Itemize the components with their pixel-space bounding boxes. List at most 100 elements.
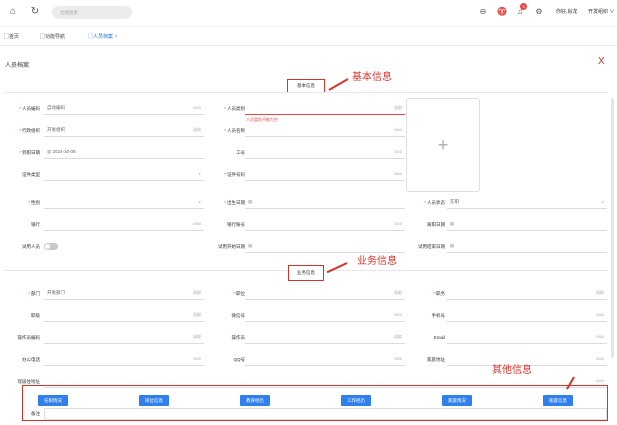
label-id-type: 证件类型 <box>22 172 40 177</box>
wechat-field[interactable]: 0/60 <box>245 309 405 322</box>
label-person-status: *人员状态 <box>424 200 445 205</box>
close-icon[interactable]: X <box>598 56 605 67</box>
calendar-icon: ▦ <box>248 199 253 204</box>
label-wechat: 微信号 <box>231 313 246 318</box>
annotation-arrow <box>328 78 349 91</box>
person-type-error: 人员类别不能为空 <box>246 117 278 122</box>
label-duty: *职务 <box>433 291 445 296</box>
greeting-text: 你好,肖龙 <box>556 9 578 15</box>
tab-close-icon[interactable]: × <box>114 34 117 40</box>
bank-field[interactable]: 0/60 <box>44 218 204 231</box>
org-label: 开发组织 <box>588 9 609 15</box>
search-input[interactable]: 功能搜索 <box>52 6 132 19</box>
person-name-field[interactable]: 0/60 <box>245 124 405 137</box>
page-title: 人员档案 <box>5 63 30 69</box>
chevron-down-icon: ∨ <box>601 199 604 204</box>
id-type-select[interactable]: ∨ <box>44 168 204 181</box>
calendar-icon: ▦ <box>450 221 455 226</box>
operator-code-field[interactable]: 选取 <box>44 331 204 344</box>
id-no-field[interactable]: 0/60 <box>245 168 405 181</box>
home-icon[interactable]: ⌂ <box>8 7 18 17</box>
person-status-select[interactable]: 在职 ∨ <box>447 196 607 209</box>
annotation-arrow <box>326 262 348 274</box>
annotation-basic: 基本信息 <box>352 72 392 83</box>
btn-education[interactable]: 教育经历 <box>240 395 270 406</box>
tab-person-archive[interactable]: ▢人员档案 × <box>88 33 117 40</box>
label-trial-start: 试用开始日期 <box>218 244 245 249</box>
admin-org-field[interactable]: 开发组织 选取 <box>44 124 204 137</box>
rank-field[interactable]: 选取 <box>44 309 204 322</box>
btn-work-experience[interactable]: 工作经历 <box>341 395 371 406</box>
position-field[interactable]: 选取 <box>245 287 405 300</box>
label-qq: QQ号 <box>233 357 245 362</box>
notification-badge: 3 <box>520 3 527 10</box>
chevron-down-icon: ∨ <box>198 171 201 176</box>
birth-date-field[interactable]: ▦ <box>245 196 405 209</box>
chevron-down-icon: ∨ <box>198 199 201 204</box>
label-job-no: 工号 <box>236 150 245 155</box>
person-type-field[interactable]: 选取 <box>245 102 405 115</box>
operator-field[interactable]: 选取 <box>245 331 405 344</box>
refresh-icon[interactable]: ↻ <box>30 7 40 17</box>
trial-end-field[interactable]: ▦ <box>447 240 607 253</box>
office-phone-field[interactable]: 0/60 <box>44 353 204 366</box>
btn-family-info[interactable]: 家庭信息 <box>543 395 573 406</box>
tab-nav[interactable]: ▢功能导航 <box>40 33 65 40</box>
calendar-icon: ▦ <box>450 243 455 248</box>
annotation-other: 其他信息 <box>492 365 532 376</box>
btn-family-status[interactable]: 家庭情况 <box>442 395 472 406</box>
label-trial-person: 试用人员 <box>22 244 40 249</box>
label-birth-date: *出生日期 <box>224 200 245 205</box>
label-person-code: *人员编码 <box>19 106 40 111</box>
label-operator-code: 操作员编码 <box>17 335 41 340</box>
mobile-field[interactable]: 0/60 <box>447 309 607 322</box>
gender-select[interactable]: ∨ <box>44 196 204 209</box>
leave-date-field[interactable]: ▦ <box>447 218 607 231</box>
section-business-header: 业务信息 <box>288 265 324 281</box>
label-office-phone: 办公电话 <box>22 357 40 362</box>
chevron-down-icon: ∨ <box>609 9 615 15</box>
label-home-address: 家庭地址 <box>427 357 445 362</box>
gear-icon[interactable]: ⚙ <box>534 7 544 17</box>
btn-post-info[interactable]: 岗位信息 <box>139 395 169 406</box>
label-join-date: *到职日期 <box>19 150 40 155</box>
plus-icon: + <box>437 135 449 155</box>
shirt-icon[interactable]: ♈ <box>497 7 507 17</box>
label-email: Email <box>433 335 445 340</box>
label-operator: 操作员 <box>231 335 246 340</box>
trial-person-toggle[interactable] <box>44 243 58 250</box>
label-admin-org: *行政组织 <box>19 128 40 133</box>
zoom-icon[interactable]: ⊖ <box>478 7 488 17</box>
label-gender: *性别 <box>28 200 40 205</box>
qq-field[interactable]: 0/60 <box>245 353 405 366</box>
tab-home[interactable]: ▢首页 <box>4 33 19 40</box>
divider <box>5 92 608 93</box>
label-leave-date: 离职日期 <box>427 222 445 227</box>
job-no-field[interactable]: 0/60 <box>245 146 405 159</box>
section-basic-header: 基本信息 <box>287 79 325 93</box>
dept-field[interactable]: 开发部门 选取 <box>44 287 204 300</box>
label-position: *职位 <box>233 291 245 296</box>
label-remark: 备注 <box>31 411 40 416</box>
duty-field[interactable]: 选取 <box>447 287 607 300</box>
bank-account-field[interactable]: 0/60 <box>245 218 405 231</box>
label-id-no: *证件号码 <box>224 172 245 177</box>
label-rank: 职级 <box>31 313 40 318</box>
photo-upload[interactable]: + <box>406 98 480 192</box>
email-field[interactable]: 0/60 <box>447 331 607 344</box>
person-code-field[interactable]: 自动编码 0/60 <box>44 102 204 115</box>
btn-employment[interactable]: 任职情况 <box>38 395 68 406</box>
label-bank: 银行 <box>31 222 40 227</box>
label-bank-account: 银行账号 <box>227 222 245 227</box>
label-person-type: *人员类别 <box>224 106 245 111</box>
calendar-icon: ▦ <box>248 243 253 248</box>
scrollbar[interactable] <box>611 98 614 358</box>
label-person-name: *人员名称 <box>224 128 245 133</box>
top-bar: ⌂ ↻ 功能搜索 ⊖ ♈ ♫ 3 ⚙ 你好,肖龙 开发组织 ∨ <box>0 0 617 26</box>
remark-field[interactable] <box>44 408 607 420</box>
join-date-field[interactable]: ▦ 2024-10-08 <box>44 146 204 159</box>
tab-bar: ▢首页 ▢功能导航 ▢人员档案 × <box>0 26 617 46</box>
calendar-icon: ▦ <box>47 149 52 154</box>
org-switcher[interactable]: 开发组织 ∨ <box>588 8 614 15</box>
label-dept: *部门 <box>28 291 40 296</box>
